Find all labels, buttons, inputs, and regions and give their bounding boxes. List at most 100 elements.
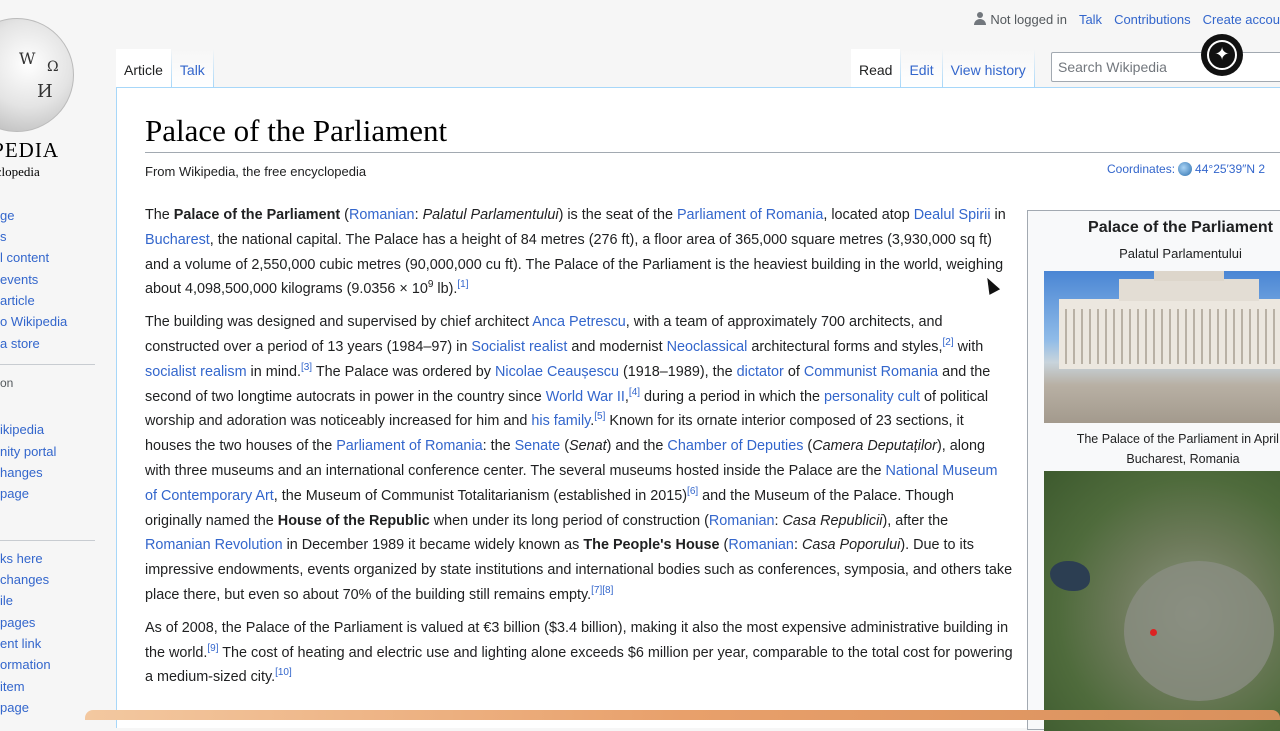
globe-icon[interactable] xyxy=(1178,162,1193,176)
link[interactable]: Nicolae Ceaușescu xyxy=(495,364,619,380)
link[interactable]: Romanian xyxy=(728,537,794,553)
tab-separator xyxy=(212,49,214,87)
link[interactable]: Chamber of Deputies xyxy=(667,438,803,454)
link[interactable]: socialist realism xyxy=(145,364,247,380)
title-divider xyxy=(145,152,1280,153)
link[interactable]: Romanian Revolution xyxy=(145,537,283,553)
sidebar-item-help[interactable]: ikipedia xyxy=(0,422,44,437)
logo-wordmark: IKIPEDIA xyxy=(0,138,59,162)
citation[interactable]: [4] xyxy=(629,387,640,398)
sidebar-item-related-changes[interactable]: changes xyxy=(0,572,49,587)
puzzle-globe-icon: W Ω И xyxy=(0,18,74,132)
sidebar-item-random-article[interactable]: article xyxy=(0,293,35,308)
sidebar-item-wikipedia-store[interactable]: a store xyxy=(0,336,40,351)
link[interactable]: Romanian xyxy=(349,207,415,223)
personal-tools: Not logged in Talk Contributions Create … xyxy=(974,10,1280,28)
link[interactable]: World War II xyxy=(546,389,625,405)
not-logged-in: Not logged in xyxy=(974,11,1067,27)
tab-article[interactable]: Article xyxy=(116,49,171,87)
link[interactable]: Senate xyxy=(515,438,561,454)
photo-caption: The Palace of the Parliament in April 2 … xyxy=(1038,429,1280,469)
logo-glyph: W xyxy=(19,49,36,68)
search-input[interactable]: Search Wikipedia xyxy=(1051,52,1280,82)
link[interactable]: Parliament of Romania xyxy=(677,207,823,223)
sidebar-divider xyxy=(0,540,95,541)
citation[interactable]: [6] xyxy=(687,486,698,497)
location-marker xyxy=(1150,629,1157,636)
tab-edit[interactable]: Edit xyxy=(901,49,942,87)
citation[interactable]: [1] xyxy=(457,280,468,291)
search-placeholder: Search Wikipedia xyxy=(1058,59,1167,75)
caption-line: Bucharest, Romania xyxy=(1126,452,1240,466)
sidebar-item-current-events[interactable]: events xyxy=(0,272,38,287)
tab-read[interactable]: Read xyxy=(851,49,901,87)
sidebar-item-what-links-here[interactable]: ks here xyxy=(0,551,43,566)
sidebar-item-permanent-link[interactable]: ent link xyxy=(0,636,41,651)
sidebar-heading-contribute: on xyxy=(0,376,14,390)
wikipedia-logo[interactable]: W Ω И IKIPEDIA e Encyclopedia xyxy=(0,10,90,179)
sidebar-item-upload-file[interactable]: page xyxy=(0,486,29,501)
link[interactable]: dictator xyxy=(737,364,784,380)
coordinates-value[interactable]: 44°25′39″N 2 xyxy=(1195,162,1265,176)
link[interactable]: Parliament of Romania xyxy=(336,438,482,454)
site-subtitle: From Wikipedia, the free encyclopedia xyxy=(145,164,367,179)
link[interactable]: National Museum of Contemporary Art xyxy=(145,463,997,504)
create-account-link[interactable]: Create accou xyxy=(1203,12,1280,27)
sidebar-item-contents[interactable]: s xyxy=(0,229,7,244)
sidebar-item-wikidata-item[interactable]: item xyxy=(0,679,25,694)
sidebar-item-community-portal[interactable]: nity portal xyxy=(0,444,56,459)
sidebar-item-main-page[interactable]: ge xyxy=(0,208,14,223)
bottom-overlay-bar xyxy=(85,710,1280,720)
caption-line: The Palace of the Parliament in April 2 xyxy=(1076,432,1280,446)
sidebar-item-recent-changes[interactable]: hanges xyxy=(0,465,43,480)
link[interactable]: Romanian xyxy=(709,513,775,529)
citation[interactable]: [10] xyxy=(275,668,292,679)
palace-building xyxy=(1059,271,1280,369)
tab-talk[interactable]: Talk xyxy=(171,49,213,87)
not-logged-in-label: Not logged in xyxy=(990,11,1067,27)
link[interactable]: Dealul Spirii xyxy=(914,207,991,223)
link[interactable]: Socialist realist xyxy=(471,339,567,355)
sidebar-item-upload-file[interactable]: ile xyxy=(0,593,13,608)
logo-tagline: e Encyclopedia xyxy=(0,164,40,179)
paragraph: The building was designed and supervised… xyxy=(145,314,1013,603)
infobox-title: Palace of the Parliament xyxy=(1088,219,1273,236)
citation[interactable]: [7][8] xyxy=(591,585,613,596)
logo-glyph: Ω xyxy=(47,59,59,75)
satellite-map[interactable] xyxy=(1044,471,1280,731)
tab-separator xyxy=(1033,49,1035,87)
article-content: Palace of the Parliament From Wikipedia,… xyxy=(116,87,1280,731)
contributions-link[interactable]: Contributions xyxy=(1114,12,1191,27)
link[interactable]: Neoclassical xyxy=(667,339,748,355)
citation[interactable]: [3] xyxy=(301,362,312,373)
article-body: The Palace of the Parliament (Romanian: … xyxy=(145,203,1013,698)
logo-glyph: И xyxy=(37,81,53,102)
link[interactable]: Bucharest xyxy=(145,232,210,248)
talk-link[interactable]: Talk xyxy=(1079,12,1102,27)
sidebar-item-cite-this-page[interactable]: page xyxy=(0,700,29,715)
coordinates-label[interactable]: Coordinates: xyxy=(1107,162,1175,176)
paragraph: The Palace of the Parliament (Romanian: … xyxy=(145,207,1006,298)
infobox-subtitle: Palatul Parlamentului xyxy=(1119,246,1242,261)
link[interactable]: personality cult xyxy=(824,389,920,405)
citation[interactable]: [2] xyxy=(943,337,954,348)
infobox: Palace of the Parliament Palatul Parlame… xyxy=(1027,210,1280,731)
sidebar-item-featured-content[interactable]: l content xyxy=(0,250,49,265)
page-title: Palace of the Parliament xyxy=(145,113,448,148)
citation[interactable]: [9] xyxy=(207,643,218,654)
sidebar-item-page-information[interactable]: ormation xyxy=(0,657,51,672)
link[interactable]: his family xyxy=(531,413,590,429)
sidebar-item-special-pages[interactable]: pages xyxy=(0,615,35,630)
link[interactable]: Anca Petrescu xyxy=(532,314,626,330)
palace-photo[interactable] xyxy=(1044,271,1280,423)
lake xyxy=(1050,561,1090,591)
sidebar-item-about-wikipedia[interactable]: o Wikipedia xyxy=(0,314,67,329)
coordinates: Coordinates: 44°25′39″N 2 xyxy=(1107,162,1265,176)
sidebar-divider xyxy=(0,364,95,365)
paragraph: As of 2008, the Palace of the Parliament… xyxy=(145,619,1013,686)
city-area xyxy=(1124,561,1274,701)
compass-icon[interactable] xyxy=(1201,34,1243,76)
link[interactable]: Communist Romania xyxy=(804,364,938,380)
tab-view-history[interactable]: View history xyxy=(942,49,1034,87)
citation[interactable]: [5] xyxy=(594,412,605,423)
